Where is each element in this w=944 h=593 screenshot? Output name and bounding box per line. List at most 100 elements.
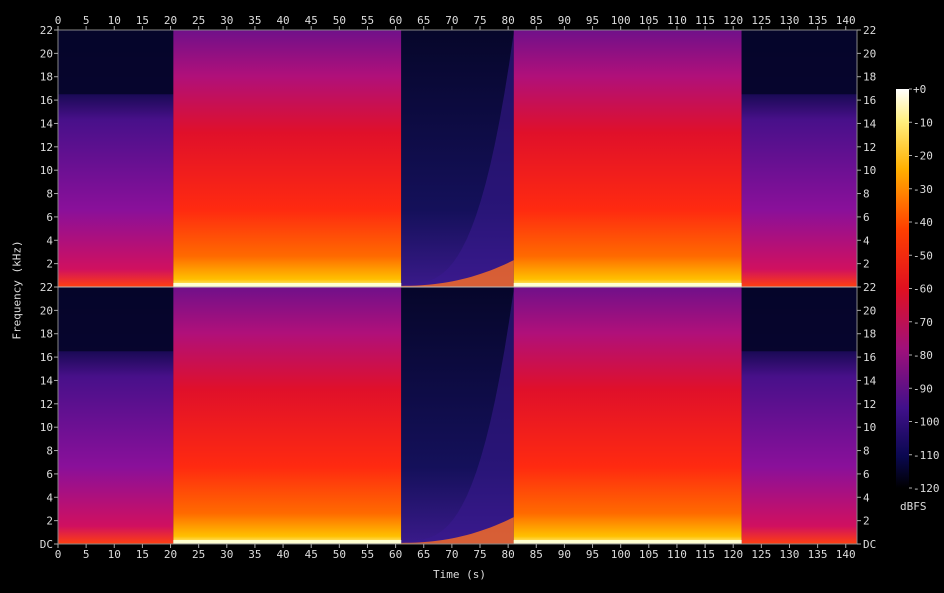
x-tick-label-top: 0 (55, 14, 62, 27)
x-tick-label-top: 135 (808, 14, 828, 27)
x-tick-label-top: 90 (558, 14, 571, 27)
y-tick-label-right: 10 (863, 164, 876, 177)
y-tick-label-left: 16 (40, 94, 53, 107)
colorbar-tick-label: -90 (913, 382, 933, 395)
y-tick-label-right: 2 (863, 515, 870, 528)
x-tick-label-top: 20 (164, 14, 177, 27)
y-tick-label-right: 2 (863, 258, 870, 271)
y-tick-label-right: 4 (863, 234, 870, 247)
y-tick-label-left: 6 (46, 468, 53, 481)
x-tick-label-bottom: 50 (333, 548, 346, 561)
x-tick-label-top: 75 (473, 14, 486, 27)
y-tick-label-left: 20 (40, 47, 53, 60)
y-tick-label-left: 6 (46, 211, 53, 224)
y-tick-label-left: 10 (40, 164, 53, 177)
x-tick-label-bottom: 5 (83, 548, 90, 561)
y-tick-label-left: 2 (46, 258, 53, 271)
y-tick-label-left: 8 (46, 445, 53, 458)
x-tick-label-bottom: 105 (639, 548, 659, 561)
x-axis-label: Time (s) (433, 568, 486, 581)
colorbar-tick-label: -40 (913, 216, 933, 229)
x-tick-label-bottom: 40 (276, 548, 289, 561)
x-tick-label-bottom: 90 (558, 548, 571, 561)
y-tick-label-right: 22 (863, 24, 876, 37)
y-tick-label-right: 14 (863, 117, 877, 130)
y-tick-label-right: 4 (863, 491, 870, 504)
colorbar-tick-label: -10 (913, 116, 933, 129)
x-tick-label-bottom: 20 (164, 548, 177, 561)
colorbar (896, 89, 909, 488)
channel-1-segment-2 (173, 30, 402, 287)
colorbar-tick-label: -50 (913, 249, 933, 262)
x-tick-label-top: 110 (667, 14, 687, 27)
x-tick-label-top: 10 (108, 14, 121, 27)
colorbar-tick-label: -70 (913, 316, 933, 329)
x-tick-label-top: 85 (530, 14, 543, 27)
x-tick-label-top: 95 (586, 14, 599, 27)
y-tick-label-right: 12 (863, 141, 876, 154)
x-tick-label-top: 100 (611, 14, 631, 27)
y-tick-label-left: 4 (46, 234, 53, 247)
x-tick-label-top: 35 (248, 14, 261, 27)
x-tick-label-top: 40 (276, 14, 289, 27)
x-tick-label-top: 30 (220, 14, 233, 27)
y-tick-label-right: 18 (863, 328, 876, 341)
x-tick-label-top: 70 (445, 14, 458, 27)
colorbar-tick-label: -30 (913, 183, 933, 196)
colorbar-tick-label: -120 (913, 482, 940, 495)
channel-2-segment-4 (513, 287, 742, 544)
colorbar-unit-label: dBFS (900, 500, 927, 513)
y-tick-label-right: 16 (863, 94, 876, 107)
x-tick-label-top: 80 (502, 14, 515, 27)
x-tick-label-bottom: 85 (530, 548, 543, 561)
x-tick-label-bottom: 125 (751, 548, 771, 561)
y-tick-label-right: 8 (863, 188, 870, 201)
y-tick-label-right: 12 (863, 398, 876, 411)
x-tick-label-top: 105 (639, 14, 659, 27)
x-tick-label-bottom: 75 (473, 548, 486, 561)
x-tick-label-bottom: 0 (55, 548, 62, 561)
y-tick-label-left: 12 (40, 141, 53, 154)
y-tick-label-left: 12 (40, 398, 53, 411)
channel-1-segment-1-cutoff (58, 30, 174, 95)
y-tick-label-left: 2 (46, 515, 53, 528)
y-tick-label-right: 8 (863, 445, 870, 458)
x-tick-label-bottom: 100 (611, 548, 631, 561)
x-tick-label-bottom: 140 (836, 548, 856, 561)
y-tick-label-left: 20 (40, 304, 53, 317)
y-tick-label-left: 4 (46, 491, 53, 504)
x-tick-label-bottom: 60 (389, 548, 402, 561)
x-tick-label-bottom: 70 (445, 548, 458, 561)
x-tick-label-top: 45 (305, 14, 318, 27)
colorbar-tick-label: -80 (913, 349, 933, 362)
x-tick-label-bottom: 130 (780, 548, 800, 561)
x-tick-label-bottom: 55 (361, 548, 374, 561)
y-tick-label-right: 22 (863, 281, 876, 294)
y-tick-label-right: DC (863, 538, 876, 551)
y-tick-label-left: 22 (40, 281, 53, 294)
y-tick-label-right: 20 (863, 47, 876, 60)
x-tick-label-bottom: 65 (417, 548, 430, 561)
colorbar-tick-label: -60 (913, 283, 933, 296)
y-tick-label-left: 22 (40, 24, 53, 37)
x-tick-label-top: 50 (333, 14, 346, 27)
y-tick-label-left: 14 (40, 117, 54, 130)
x-tick-label-bottom: 115 (695, 548, 715, 561)
channel-2-bass-band-1 (173, 540, 402, 544)
x-tick-label-bottom: 110 (667, 548, 687, 561)
x-tick-label-top: 120 (723, 14, 743, 27)
y-tick-label-left: 14 (40, 374, 54, 387)
x-tick-label-top: 140 (836, 14, 856, 27)
y-tick-label-left: 18 (40, 71, 53, 84)
x-tick-label-top: 130 (780, 14, 800, 27)
channel-2-segment-5-cutoff (741, 287, 857, 352)
channel-1-segment-5-cutoff (741, 30, 857, 95)
x-tick-label-top: 55 (361, 14, 374, 27)
x-tick-label-bottom: 95 (586, 548, 599, 561)
y-tick-label-right: 10 (863, 421, 876, 434)
y-axis-label: Frequency (kHz) (10, 240, 24, 340)
x-tick-label-bottom: 135 (808, 548, 828, 561)
y-tick-label-left: 18 (40, 328, 53, 341)
x-tick-label-bottom: 25 (192, 548, 205, 561)
spectrogram-chart: 0055101015152020252530303535404045455050… (40, 14, 940, 561)
